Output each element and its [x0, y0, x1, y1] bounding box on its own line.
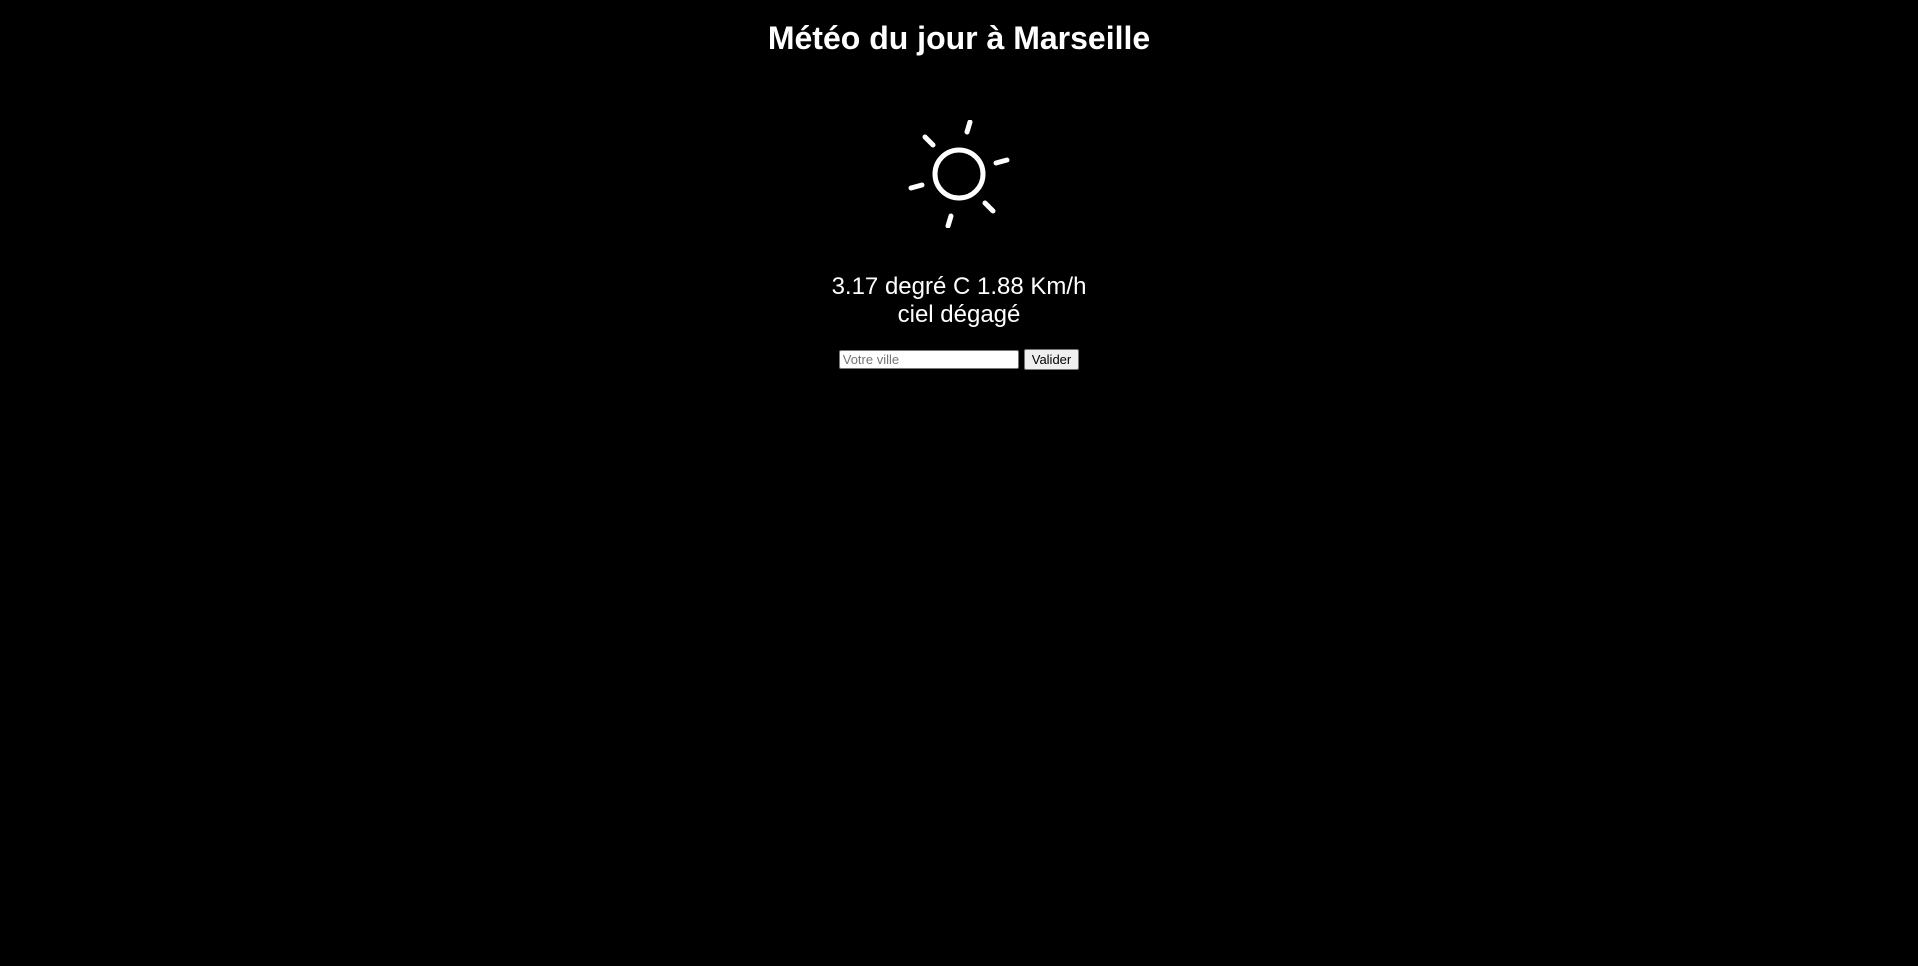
- weather-measurements: 3.17 degré C 1.88 Km/h: [0, 273, 1918, 301]
- sun-icon: [908, 120, 1010, 228]
- wind-speed-unit: Km/h: [1030, 273, 1087, 300]
- city-form: Valider: [0, 349, 1918, 370]
- wind-speed-value: 1.88: [977, 273, 1024, 300]
- temperature-unit: degré C: [884, 273, 971, 300]
- temperature-value: 3.17: [831, 273, 879, 300]
- weather-page: Météo du jour à Marseille 3.17 degré C 1…: [0, 0, 1918, 966]
- weather-icon-container: [0, 120, 1918, 228]
- weather-readings: 3.17 degré C 1.88 Km/h ciel dégagé: [0, 273, 1918, 329]
- page-title: Météo du jour à Marseille: [767, 20, 1151, 56]
- city-input[interactable]: [838, 350, 1019, 369]
- weather-description: ciel dégagé: [897, 301, 1021, 328]
- submit-button[interactable]: Valider: [1023, 349, 1080, 370]
